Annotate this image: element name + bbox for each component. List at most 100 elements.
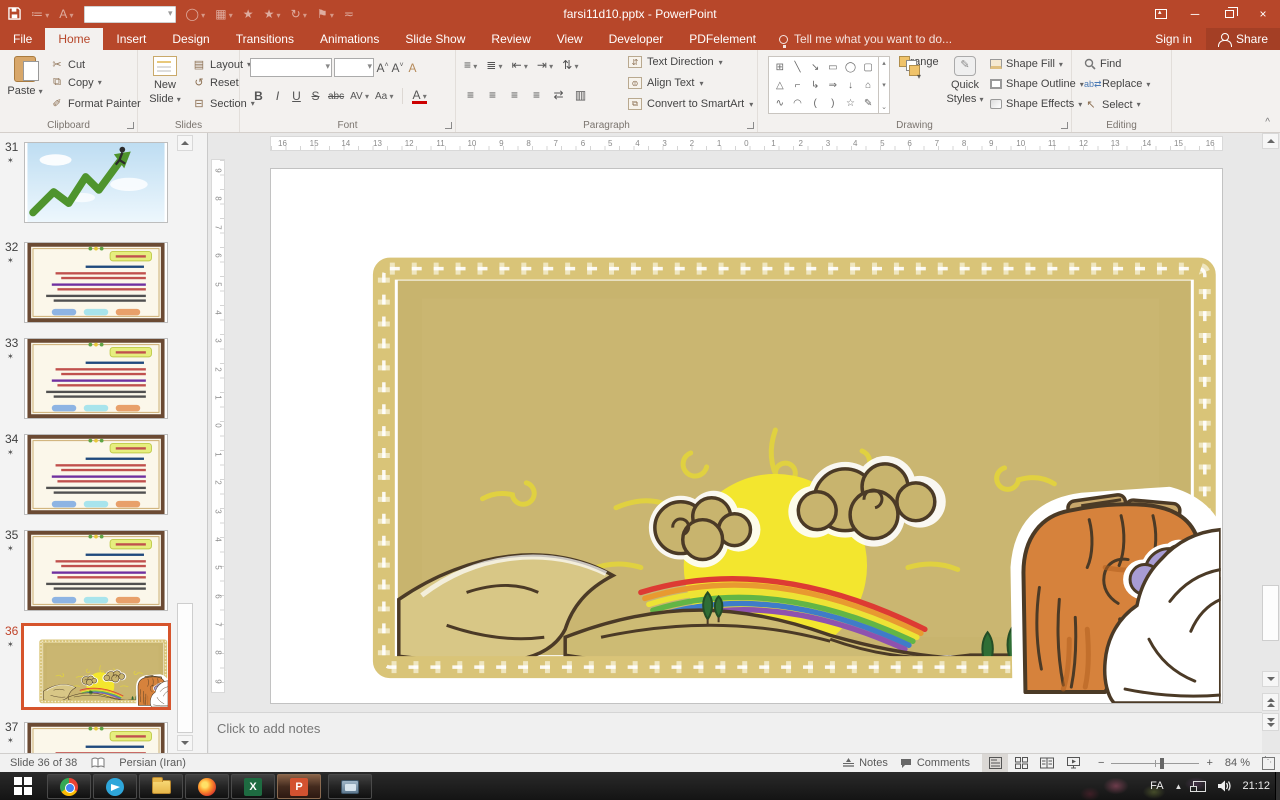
comments-toggle[interactable]: Comments [900, 757, 970, 769]
zoom-out-button[interactable]: − [1098, 757, 1104, 769]
shape-button[interactable]: ⊞ [771, 58, 789, 76]
paragraph-icon-button[interactable]: ▥ [574, 88, 587, 102]
taskbar-powerpoint-button[interactable]: P [277, 774, 321, 799]
tab-review[interactable]: Review [478, 28, 543, 50]
slide-sorter-view-button[interactable] [1008, 754, 1034, 772]
star-icon[interactable]: ★ [243, 8, 254, 20]
italic-button[interactable]: I [271, 89, 284, 103]
tell-me-box[interactable]: Tell me what you want to do... [779, 28, 952, 50]
zoom-slider-thumb[interactable] [1160, 758, 1164, 769]
paragraph-icon-button[interactable]: ⇤ [512, 58, 528, 72]
slide-thumbnail-33[interactable] [24, 338, 168, 419]
shape-button[interactable]: ☆ [842, 94, 860, 112]
new-slide-button[interactable]: NewSlide [142, 56, 188, 107]
shape-button[interactable]: ↳ [806, 76, 824, 94]
quick-styles-button[interactable]: ✎ QuickStyles [942, 56, 988, 107]
paragraph-icon-button[interactable]: ⇅ [562, 58, 578, 72]
tab-design[interactable]: Design [159, 28, 222, 50]
shape-button[interactable]: ▢ [859, 58, 877, 76]
grow-font-button[interactable]: A˄ [376, 61, 389, 75]
underline-button[interactable]: U [290, 89, 303, 103]
font-name-combo[interactable] [250, 58, 332, 77]
previous-slide-button[interactable] [1262, 693, 1279, 711]
convert-smartart-button[interactable]: ⧉Convert to SmartArt [628, 98, 753, 110]
minimize-button[interactable]: ─ [1178, 0, 1212, 28]
cut-button[interactable]: ✂Cut [50, 58, 85, 71]
shape-circle-icon[interactable]: ◯ [186, 8, 206, 20]
star-icon[interactable]: ★ [264, 8, 281, 20]
notes-panel[interactable]: Click to add notes [209, 712, 1262, 753]
tab-transitions[interactable]: Transitions [223, 28, 307, 50]
character-spacing-button[interactable]: AV [350, 91, 369, 102]
shapes-gallery-scrollbar[interactable]: ▴ ▾ ⌄ [878, 56, 890, 114]
qat-style-combo[interactable] [84, 6, 176, 23]
scroll-down-button[interactable] [1262, 671, 1279, 687]
slide-thumbnail-35[interactable] [24, 530, 168, 611]
gallery-more-icon[interactable]: ⌄ [881, 103, 887, 111]
taskbar-remote-app-button[interactable] [328, 774, 372, 799]
paragraph-icon-button[interactable]: ≡ [464, 88, 477, 102]
zoom-slider[interactable] [1111, 763, 1199, 764]
font-style-icon[interactable]: A [59, 8, 73, 20]
text-direction-button[interactable]: ⇵Text Direction [628, 56, 723, 68]
sign-in-button[interactable]: Sign in [1141, 28, 1206, 50]
paragraph-icon-button[interactable]: ≡ [486, 88, 499, 102]
shape-button[interactable]: ↘ [806, 58, 824, 76]
tab-view[interactable]: View [544, 28, 596, 50]
language-indicator[interactable]: Persian (Iran) [119, 757, 186, 769]
scroll-up-button[interactable] [1262, 133, 1279, 149]
strikethrough-button[interactable]: S [309, 89, 322, 103]
shape-button[interactable]: ( [806, 94, 824, 112]
slide-canvas[interactable] [270, 168, 1223, 704]
dialog-launcher-icon[interactable] [1061, 122, 1068, 129]
paste-button[interactable]: Paste [2, 56, 48, 99]
slide-thumbnail-32[interactable] [24, 242, 168, 323]
tab-slideshow[interactable]: Slide Show [392, 28, 478, 50]
tab-animations[interactable]: Animations [307, 28, 392, 50]
font-color-button[interactable]: A [412, 89, 426, 104]
ribbon-display-options-button[interactable] [1144, 0, 1178, 28]
next-slide-button[interactable] [1262, 713, 1279, 731]
shape-fill-button[interactable]: Shape Fill [990, 58, 1063, 70]
thumbnail-scrollbar[interactable] [177, 135, 193, 751]
language-switcher[interactable]: FA [1150, 780, 1163, 792]
find-button[interactable]: Find [1084, 58, 1121, 70]
clear-formatting-button[interactable]: A [406, 61, 419, 75]
scrollbar-thumb[interactable] [1262, 585, 1279, 641]
taskbar-telegram-button[interactable] [93, 774, 137, 799]
paragraph-icon-button[interactable]: ≡ [508, 88, 521, 102]
paragraph-icon-button[interactable]: ≣ [486, 58, 502, 72]
dialog-launcher-icon[interactable] [127, 122, 134, 129]
shape-button[interactable]: ✎ [859, 94, 877, 112]
scrollbar-thumb[interactable] [177, 603, 193, 733]
fit-slide-to-window-button[interactable] [1262, 757, 1275, 770]
hidden-icons-button[interactable]: ▲ [1175, 782, 1183, 791]
zoom-in-button[interactable]: + [1206, 757, 1212, 769]
subscript-button[interactable]: abc [328, 91, 344, 102]
shape-button[interactable]: ↓ [842, 76, 860, 94]
taskbar-chrome-button[interactable] [47, 774, 91, 799]
shape-button[interactable]: ╲ [789, 58, 807, 76]
arrange-button[interactable]: Arrange [896, 56, 942, 84]
flag-icon[interactable]: ⚑ [317, 8, 334, 20]
slide-thumbnail-37[interactable] [24, 722, 168, 753]
shape-button[interactable]: ◠ [789, 94, 807, 112]
shape-effects-button[interactable]: Shape Effects [990, 98, 1082, 110]
shrink-font-button[interactable]: A˅ [391, 61, 404, 75]
slide-thumbnail-34[interactable] [24, 434, 168, 515]
bullet-list-icon[interactable]: ≔ [31, 8, 49, 20]
align-text-button[interactable]: ⊜Align Text [628, 77, 704, 89]
replace-button[interactable]: ab⇄Replace [1084, 78, 1150, 90]
shape-button[interactable]: ⌐ [789, 76, 807, 94]
font-size-combo[interactable] [334, 58, 374, 77]
paragraph-icon-button[interactable]: ≡ [464, 58, 477, 72]
network-icon[interactable] [1193, 781, 1206, 792]
dialog-launcher-icon[interactable] [445, 122, 452, 129]
scroll-down-icon[interactable]: ▾ [882, 81, 886, 89]
tab-home[interactable]: Home [45, 28, 103, 50]
format-painter-button[interactable]: ✐Format Painter [50, 97, 141, 110]
shape-outline-button[interactable]: Shape Outline [990, 78, 1084, 90]
copy-button[interactable]: ⧉Copy [50, 76, 102, 89]
restore-button[interactable] [1212, 0, 1246, 28]
spellcheck-icon[interactable] [91, 757, 105, 769]
